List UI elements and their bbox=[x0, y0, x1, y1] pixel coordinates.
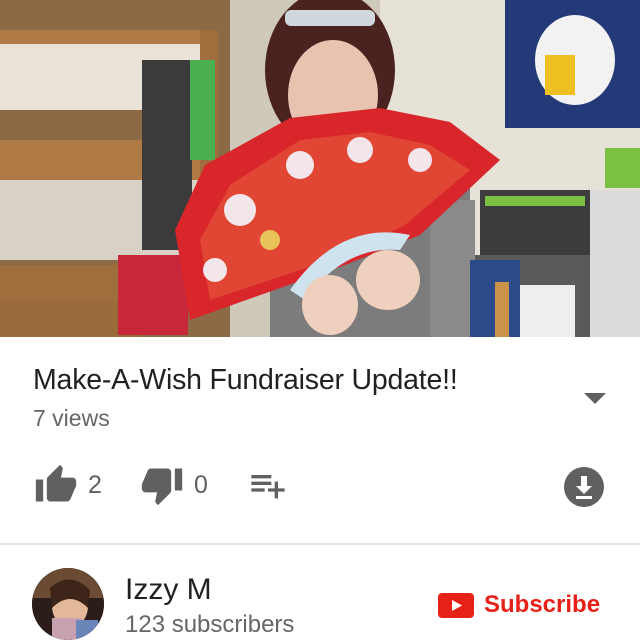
youtube-logo-icon bbox=[438, 592, 474, 618]
add-to-playlist-button[interactable] bbox=[246, 457, 290, 513]
video-frame-image bbox=[0, 0, 640, 337]
expand-description-button[interactable] bbox=[580, 387, 610, 409]
thumbs-down-icon bbox=[141, 468, 183, 506]
like-button[interactable]: 2 bbox=[32, 457, 102, 513]
action-bar: 2 0 bbox=[0, 457, 640, 517]
channel-avatar[interactable] bbox=[32, 568, 104, 640]
subscribe-button[interactable]: Subscribe bbox=[438, 587, 600, 623]
dislike-count: 0 bbox=[194, 470, 208, 499]
subscriber-count: 123 subscribers bbox=[125, 611, 295, 638]
avatar-image bbox=[32, 568, 104, 640]
playlist-add-icon bbox=[251, 475, 285, 499]
thumbs-up-icon bbox=[35, 464, 77, 502]
divider bbox=[0, 543, 640, 545]
download-button[interactable] bbox=[562, 465, 606, 509]
channel-name[interactable]: Izzy M bbox=[125, 573, 212, 607]
video-title: Make-A-Wish Fundraiser Update!! bbox=[33, 364, 458, 396]
subscribe-label: Subscribe bbox=[484, 591, 601, 618]
caret-down-icon bbox=[584, 393, 606, 404]
download-icon bbox=[564, 467, 604, 507]
like-count: 2 bbox=[88, 470, 102, 499]
view-count: 7 views bbox=[33, 405, 110, 431]
video-info-panel: Make-A-Wish Fundraiser Update!! 7 views … bbox=[0, 337, 640, 640]
video-player[interactable] bbox=[0, 0, 640, 337]
channel-row: Izzy M 123 subscribers Subscribe bbox=[0, 547, 640, 640]
dislike-button[interactable]: 0 bbox=[138, 457, 208, 513]
